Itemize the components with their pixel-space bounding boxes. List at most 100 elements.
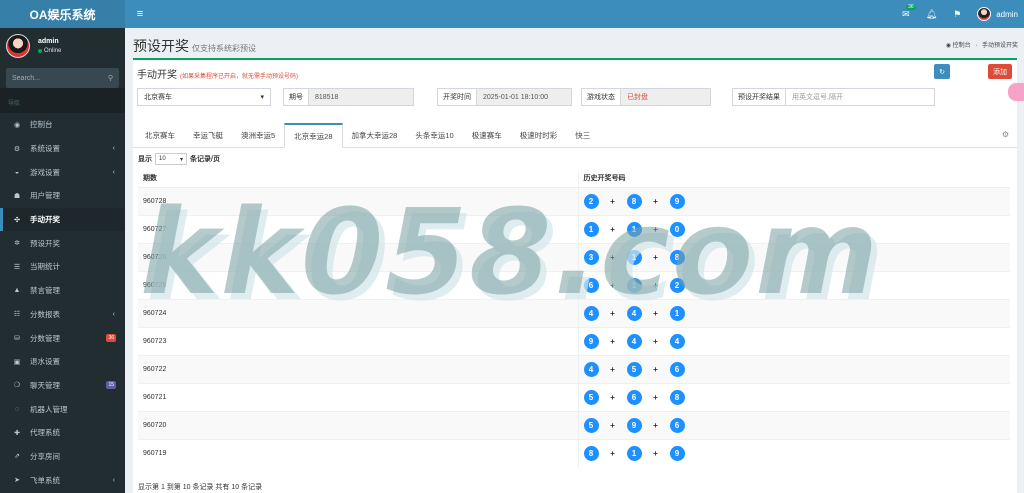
- sidebar-item-2[interactable]: ◒ 游戏设置 ‹: [0, 160, 125, 184]
- tab-0[interactable]: 北京赛车: [136, 123, 184, 147]
- gear-icon[interactable]: ⚙: [1002, 130, 1009, 139]
- sidebar: admin Online Search... ⚲ 导航 ◉ 控制台 ⚙ 系统设置 ‹ ◒ 游…: [0, 28, 125, 493]
- sidebar-item-11[interactable]: ❍ 聊天管理 15: [0, 374, 125, 398]
- numbers-cell: 9 +4 +4: [577, 326, 1010, 355]
- tab-6[interactable]: 极速赛车: [463, 123, 511, 147]
- sidebar-item-3[interactable]: ☗ 用户管理: [0, 184, 125, 208]
- number-ball: 4: [583, 361, 599, 377]
- number-ball: 6: [626, 389, 642, 405]
- tab-2[interactable]: 澳洲幸运5: [232, 123, 284, 147]
- sidebar-item-1[interactable]: ⚙ 系统设置 ‹: [0, 137, 125, 161]
- result-input[interactable]: 用英文逗号,隔开: [786, 88, 935, 106]
- tab-8[interactable]: 快三: [566, 123, 599, 147]
- sidebar-item-label: 当期统计: [30, 262, 60, 272]
- comment-icon: ◌: [14, 405, 20, 413]
- column-header-period[interactable]: 期数: [138, 170, 578, 188]
- gamepad-icon: ◒: [14, 168, 20, 176]
- period-cell: 960720: [138, 410, 578, 439]
- tab-1[interactable]: 幸运飞艇: [184, 123, 232, 147]
- envelope-icon[interactable]: ✉ 36: [902, 4, 916, 19]
- draw-numbers: 1 +1 +0: [583, 221, 1011, 237]
- user-plus-icon: ✚: [14, 429, 20, 437]
- number-ball: 3: [583, 249, 599, 265]
- breadcrumb-home[interactable]: 控制台: [953, 43, 971, 49]
- tab-4[interactable]: 加拿大幸运28: [343, 123, 407, 147]
- number-ball: 2: [583, 193, 599, 209]
- period-cell: 960724: [138, 298, 578, 327]
- number-ball: 5: [583, 417, 599, 433]
- number-ball: 4: [626, 305, 642, 321]
- state-field[interactable]: 已封盘: [621, 88, 711, 106]
- share-icon: ✣: [14, 216, 20, 224]
- draw-numbers: 6 +1 +2: [583, 277, 1011, 293]
- sidebar-item-6[interactable]: ☰ 当期统计: [0, 255, 125, 279]
- draw-numbers: 5 +9 +6: [583, 417, 1011, 433]
- sidebar-item-8[interactable]: ☷ 分数报表 ‹: [0, 303, 125, 327]
- period-cell: 960721: [138, 382, 578, 411]
- caret-down-icon: ▾: [179, 156, 183, 163]
- add-button[interactable]: 添加: [988, 64, 1012, 79]
- sidebar-item-14[interactable]: ⇗ 分享房间: [0, 445, 125, 469]
- page-length-select[interactable]: 10 ▾: [155, 153, 187, 165]
- table-header-row: 期数 历史开奖号码: [138, 170, 1010, 188]
- table-row: 960719 8 +1 +9: [138, 438, 1011, 467]
- database-icon: ⛁: [14, 335, 20, 343]
- period-field[interactable]: 818518: [309, 88, 414, 106]
- sidebar-search-input[interactable]: Search... ⚲: [6, 68, 119, 88]
- sidebar-item-10[interactable]: ▣ 退水设置: [0, 350, 125, 374]
- tab-7[interactable]: 极速时时彩: [511, 123, 567, 147]
- sidebar-item-4[interactable]: ✣ 手动开奖: [0, 207, 125, 232]
- numbers-cell: 4 +5 +6: [577, 354, 1010, 383]
- sidebar-item-label: 代理系统: [30, 428, 60, 438]
- lottery-select[interactable]: 北京赛车 ▾: [137, 88, 271, 106]
- search-icon[interactable]: ⚲: [108, 74, 113, 82]
- column-header-numbers[interactable]: 历史开奖号码: [577, 170, 1010, 188]
- plus-sign: +: [610, 392, 615, 402]
- caret-down-icon: ▾: [260, 94, 264, 101]
- number-ball: 9: [669, 445, 685, 461]
- sidebar-toggle-icon[interactable]: ≡: [130, 8, 150, 20]
- menu-badge: 15: [106, 381, 116, 390]
- chevron-left-icon: ‹: [112, 310, 115, 318]
- number-ball: 5: [626, 361, 642, 377]
- number-ball: 1: [669, 305, 685, 321]
- refresh-button[interactable]: ↻: [934, 64, 950, 79]
- share-square-icon: ⇗: [14, 453, 20, 461]
- manual-draw-title: 手动开奖 (如果采集程序已开启，就无需手动预设号码): [137, 66, 298, 81]
- sidebar-item-7[interactable]: ▲ 禁言管理: [0, 279, 125, 303]
- plus-sign: +: [653, 196, 658, 206]
- plus-sign: +: [653, 364, 658, 374]
- period-cell: 960728: [138, 186, 578, 215]
- period-cell: 960723: [138, 326, 578, 355]
- sidebar-item-9[interactable]: ⛁ 分数管理 36: [0, 326, 125, 350]
- sidebar-item-12[interactable]: ◌ 机器人管理: [0, 397, 125, 421]
- number-ball: 9: [583, 333, 599, 349]
- sidebar-item-5[interactable]: ✲ 预设开奖: [0, 231, 125, 255]
- table-row: 960726 3 +1 +8: [138, 242, 1010, 271]
- paper-plane-icon: ➤: [14, 477, 20, 485]
- plus-sign: +: [610, 448, 615, 458]
- tab-3[interactable]: 北京幸运28: [284, 123, 343, 148]
- numbers-cell: 2 +8 +9: [577, 186, 1010, 215]
- number-ball: 2: [669, 277, 685, 293]
- sidebar-item-15[interactable]: ➤ 飞单系统 ‹: [0, 468, 125, 492]
- sidebar-item-0[interactable]: ◉ 控制台: [0, 113, 125, 137]
- user-menu[interactable]: admin: [977, 7, 1018, 21]
- tab-5[interactable]: 头条幸运10: [406, 123, 462, 147]
- number-ball: 8: [626, 193, 642, 209]
- mail-badge: 36: [906, 3, 916, 10]
- sidebar-item-label: 系统设置: [30, 144, 60, 154]
- flag-icon[interactable]: ⚑: [953, 9, 961, 19]
- sidebar-item-label: 用户管理: [30, 191, 60, 201]
- time-field[interactable]: 2025-01-01 18:10:00: [477, 88, 572, 106]
- refresh-icon: ↻: [939, 68, 945, 76]
- search-placeholder: Search...: [12, 74, 41, 82]
- floating-helper-button[interactable]: [1008, 83, 1024, 101]
- number-ball: 8: [669, 389, 685, 405]
- bell-icon[interactable]: 🔔︎: [926, 9, 937, 19]
- draw-numbers: 8 +1 +9: [583, 445, 1011, 461]
- page-title-text: 预设开奖: [133, 38, 189, 54]
- state-label: 游戏状态: [581, 88, 621, 106]
- app-logo[interactable]: OA娱乐系统: [0, 0, 125, 28]
- sidebar-item-13[interactable]: ✚ 代理系统: [0, 421, 125, 445]
